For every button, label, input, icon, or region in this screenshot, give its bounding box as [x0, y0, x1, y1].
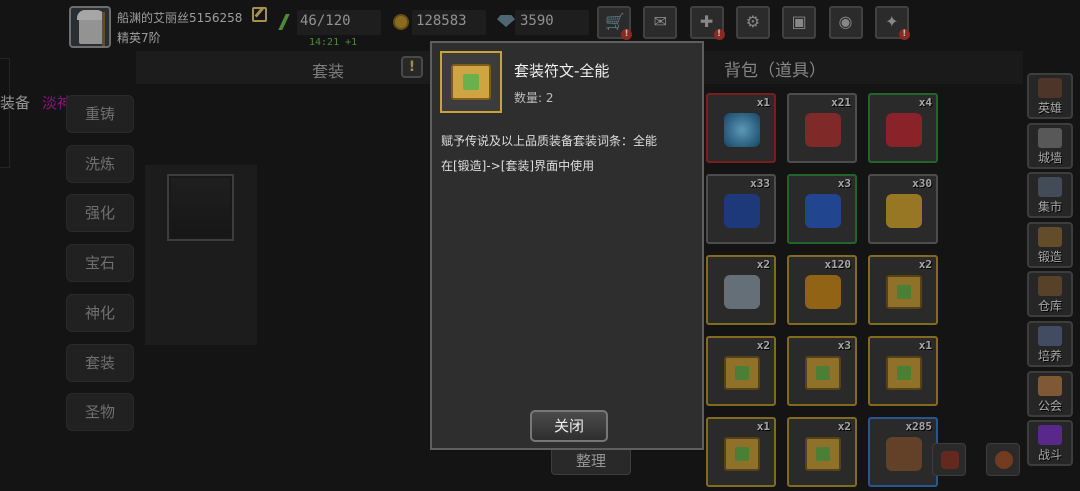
rune-scroll-icon: [451, 64, 491, 100]
close-button[interactable]: 关闭: [530, 410, 608, 442]
item-icon-frame: [440, 51, 502, 113]
item-detail-dialog: 套装符文-全能 数量: 2 赋予传说及以上品质装备套装词条：全能 在[锻造]->…: [430, 41, 704, 450]
item-description-line: 在[锻造]->[套装]界面中使用: [441, 159, 595, 173]
item-quantity: 数量: 2: [514, 91, 554, 105]
item-description: 赋予传说及以上品质装备套装词条：全能 在[锻造]->[套装]界面中使用: [441, 129, 701, 179]
item-description-line: 赋予传说及以上品质装备套装词条：全能: [441, 134, 658, 148]
game-screen: 船渊的艾丽丝5156258 精英7阶 46/120 14:21 +1 12858…: [0, 0, 1080, 491]
item-name: 套装符文-全能: [514, 62, 610, 80]
